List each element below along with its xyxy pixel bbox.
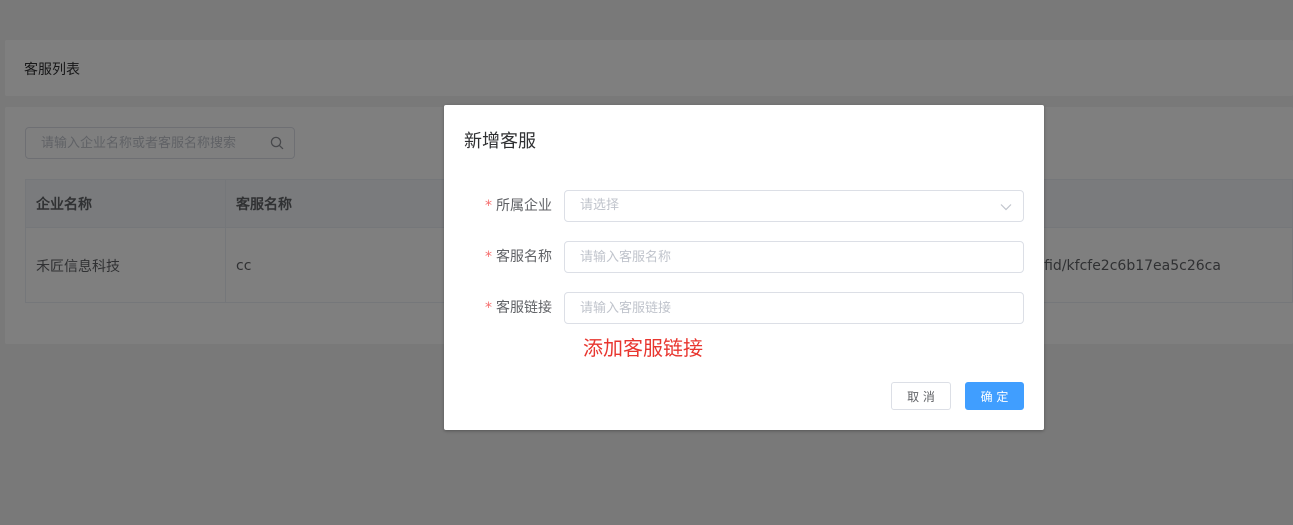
add-service-dialog: 新增客服 *所属企业 请选择 *客服名称 *客服链接 添加客服链接 取 消 确 …	[444, 105, 1044, 430]
field-label-text: 所属企业	[496, 198, 552, 214]
service-name-input[interactable]	[565, 242, 1023, 272]
field-label-link: * 客服链接	[485, 292, 552, 324]
chevron-down-icon	[1000, 204, 1012, 211]
required-mark: *	[485, 198, 492, 214]
service-link-field[interactable]	[564, 292, 1024, 324]
field-label-company: * 所属企业	[485, 190, 552, 222]
service-name-field[interactable]	[564, 241, 1024, 273]
add-link-hint: 添加客服链接	[583, 336, 703, 360]
company-select[interactable]: 请选择	[564, 190, 1024, 222]
service-link-input[interactable]	[565, 293, 1023, 323]
required-mark: *	[485, 249, 492, 265]
company-select-placeholder: 请选择	[580, 198, 620, 213]
cancel-button[interactable]: 取 消	[891, 382, 951, 410]
required-mark: *	[485, 300, 492, 316]
form-row-company: * 所属企业 请选择	[444, 190, 1044, 222]
form-row-name: * 客服名称	[444, 241, 1044, 273]
field-label-name: * 客服名称	[485, 241, 552, 273]
field-label-text: 客服链接	[496, 300, 552, 316]
form-row-link: * 客服链接	[444, 292, 1044, 324]
field-label-text: 客服名称	[496, 249, 552, 265]
confirm-button[interactable]: 确 定	[965, 382, 1024, 410]
dialog-title: 新增客服	[464, 131, 536, 152]
